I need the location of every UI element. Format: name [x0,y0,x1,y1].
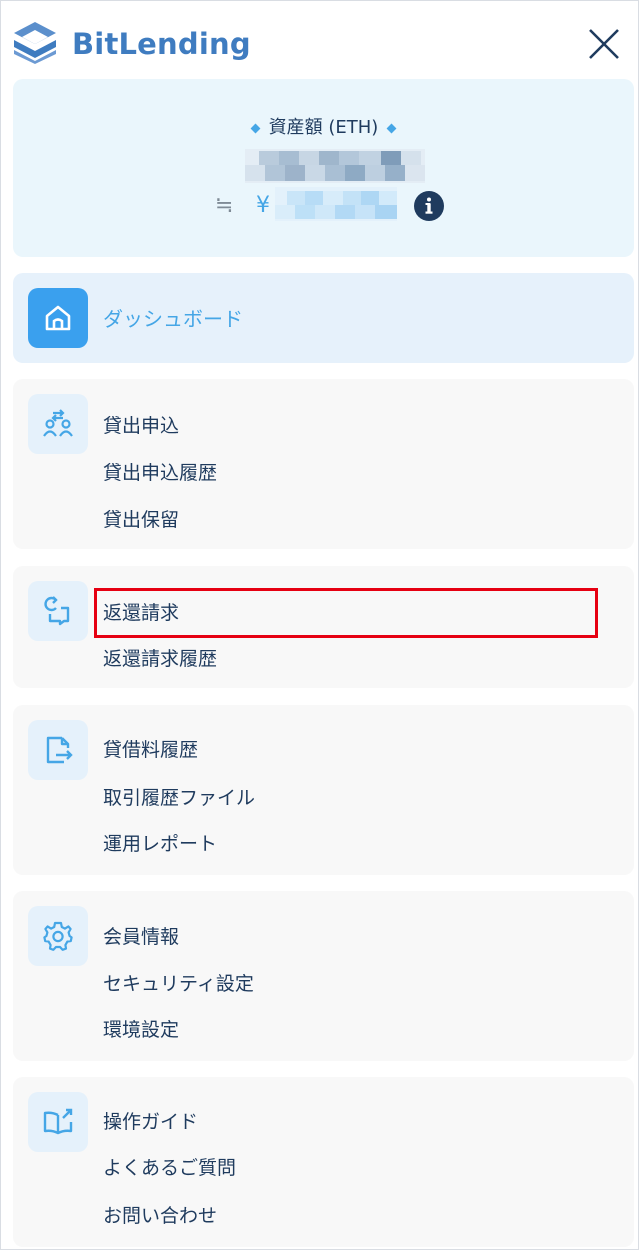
brand-name: BitLending [72,27,251,61]
asset-label-row: 資産額 (ETH) [13,115,634,141]
dashboard-icon-box [28,288,88,348]
lending-icon-box [28,394,88,454]
close-icon[interactable] [584,24,624,64]
blurred-jpy-amount [275,187,397,221]
nav-member-info[interactable]: 会員情報 [103,924,179,950]
nav-operation-report[interactable]: 運用レポート [103,831,217,857]
nav-contact[interactable]: お問い合わせ [103,1203,217,1229]
bitlending-logo-icon [14,22,56,64]
nav-group-history: 貸借料履歴 取引履歴ファイル 運用レポート [13,705,634,875]
blurred-eth-amount [245,149,425,183]
nav-operation-guide[interactable]: 操作ガイド [103,1109,198,1135]
info-icon[interactable] [414,191,444,221]
history-icon-box [28,720,88,780]
nav-dashboard-label: ダッシュボード [103,307,243,331]
nav-lending-fee-history[interactable]: 貸借料履歴 [103,737,198,763]
nav-group-help: 操作ガイド よくあるご質問 お問い合わせ [13,1077,634,1247]
nav-transaction-history-file[interactable]: 取引履歴ファイル [103,785,255,811]
lending-users-icon [43,409,73,437]
diamond-icon [386,123,397,133]
nav-security-settings[interactable]: セキュリティ設定 [103,971,254,997]
nav-lending-application-history[interactable]: 貸出申込履歴 [103,460,217,486]
help-icon-box [28,1092,88,1152]
nav-group-lending: 貸出申込 貸出申込履歴 貸出保留 [13,379,634,549]
approx-symbol: ≒ [215,193,234,218]
home-icon [45,305,71,331]
nav-group-settings: 会員情報 セキュリティ設定 環境設定 [13,891,634,1061]
header: BitLending [0,0,641,80]
nav-return-request-history[interactable]: 返還請求履歴 [103,646,217,672]
return-request-icon [44,596,70,626]
asset-summary-card: 資産額 (ETH) ≒ ¥ [13,79,634,257]
nav-environment-settings[interactable]: 環境設定 [103,1017,179,1043]
nav-lending-on-hold[interactable]: 貸出保留 [103,507,179,533]
nav-faq[interactable]: よくあるご質問 [103,1155,236,1181]
document-export-icon [46,736,73,764]
return-icon-box [28,581,88,641]
asset-label: 資産額 (ETH) [268,117,379,138]
nav-dashboard[interactable]: ダッシュボード [13,273,634,363]
highlight-box [94,588,598,638]
nav-lending-application[interactable]: 貸出申込 [103,413,179,439]
gear-icon [43,921,73,951]
settings-icon-box [28,906,88,966]
diamond-icon [250,123,261,133]
yen-symbol: ¥ [256,193,270,218]
guide-book-icon [43,1108,73,1135]
